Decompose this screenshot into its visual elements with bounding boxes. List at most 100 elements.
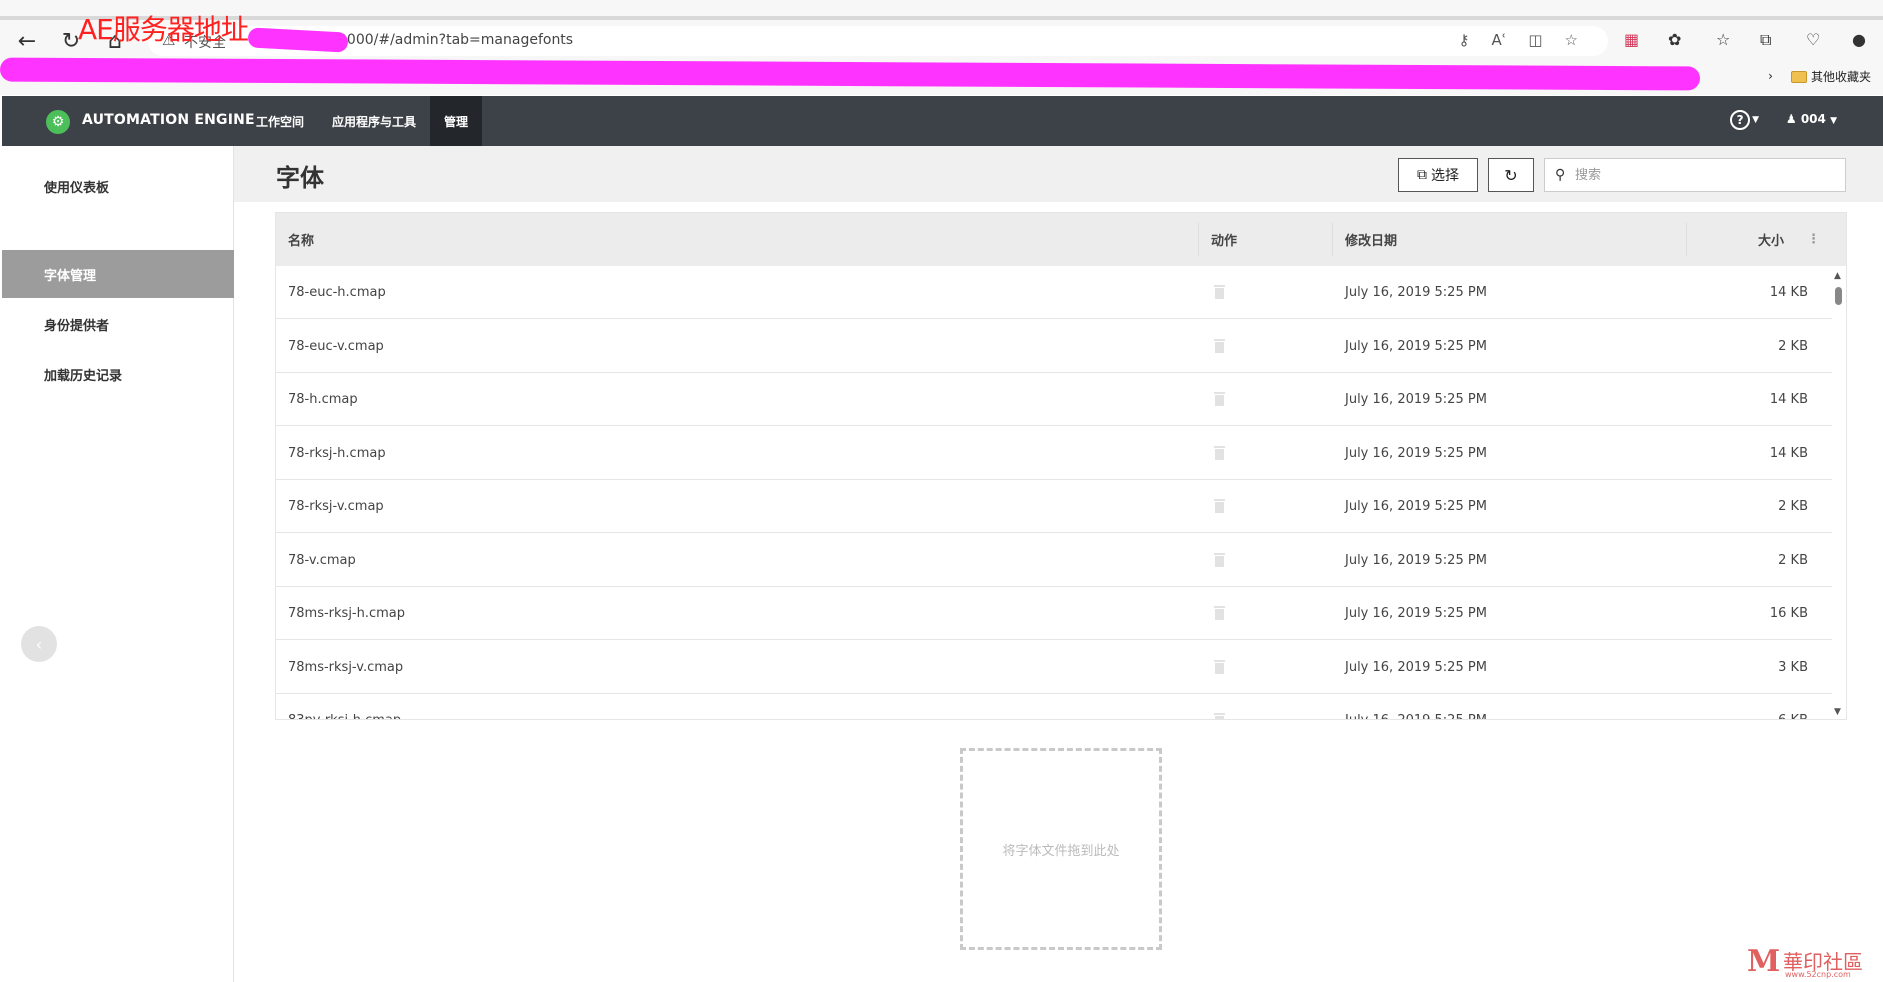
user-label: 004 (1800, 112, 1826, 126)
table-row[interactable]: 78-v.cmap July 16, 2019 5:25 PM 2 KB (276, 534, 1832, 587)
gear-logo-icon[interactable]: ⚙ (46, 110, 70, 134)
brand-name[interactable]: AUTOMATION ENGINE (82, 112, 255, 128)
watermark-url: www.52cnp.com (1785, 970, 1851, 979)
scroll-up-icon[interactable]: ▲ (1834, 271, 1841, 281)
column-header-size[interactable]: 大小 (1758, 213, 1784, 266)
browser-toolbar: ← ↻ ⌂ ⚠ 不安全 9000/#/admin?tab=managefonts… (0, 0, 1883, 95)
table-row[interactable]: 78-euc-h.cmap July 16, 2019 5:25 PM 14 KB (276, 266, 1832, 319)
scroll-down-icon[interactable]: ▼ (1834, 707, 1841, 717)
nav-workspace[interactable]: 工作空间 (242, 96, 318, 146)
scroll-thumb[interactable] (1835, 287, 1842, 305)
bookmarks-bar-right: › 其他收藏夹 (1768, 64, 1883, 88)
table-row[interactable]: 78ms-rksj-h.cmap July 16, 2019 5:25 PM 16 … (276, 587, 1832, 640)
font-name: 78-h.cmap (288, 392, 358, 407)
translate-extension-icon[interactable]: ▦ (1624, 30, 1639, 49)
back-icon[interactable]: ← (14, 28, 40, 54)
file-size: 2 KB (1778, 338, 1808, 354)
performance-icon[interactable]: ♡ (1806, 30, 1820, 49)
column-divider[interactable] (1686, 223, 1687, 256)
trash-icon[interactable] (1214, 552, 1225, 567)
table-row[interactable]: 78-euc-v.cmap July 16, 2019 5:25 PM 2 KB (276, 320, 1832, 373)
search-icon: ⚲ (1555, 167, 1566, 183)
read-aloud-icon[interactable]: Aʿ (1491, 31, 1506, 49)
font-name: 78-rksj-v.cmap (288, 499, 384, 514)
extensions-icon[interactable]: ✿ (1668, 30, 1681, 49)
modified-date: July 16, 2019 5:25 PM (1345, 659, 1487, 675)
table-row[interactable]: 78-rksj-v.cmap July 16, 2019 5:25 PM 2 KB (276, 480, 1832, 533)
collections-icon[interactable]: ⧉ (1760, 30, 1771, 50)
search-input[interactable] (1575, 165, 1835, 185)
file-size: 3 KB (1778, 659, 1808, 675)
address-bar[interactable]: ⚠ 不安全 9000/#/admin?tab=managefonts ⚷ Aʿ … (148, 26, 1608, 56)
file-size: 14 KB (1769, 445, 1808, 461)
chevron-left-icon: ‹ (35, 634, 43, 654)
file-size: 2 KB (1778, 499, 1808, 514)
trash-icon[interactable] (1214, 285, 1225, 299)
sidebar-item-load-history[interactable]: 加载历史记录 (2, 350, 234, 398)
drop-zone-label: 将字体文件拖到此处 (1002, 843, 1120, 859)
trash-icon[interactable] (1214, 499, 1225, 513)
chevron-right-icon[interactable]: › (1768, 69, 1773, 83)
table-header: 名称 动作 修改日期 大小 ⋮ (276, 213, 1846, 266)
column-divider[interactable] (1198, 223, 1199, 256)
caret-down-icon: ▼ (1830, 116, 1837, 126)
table-scrollbar[interactable]: ▲ ▼ (1832, 271, 1844, 717)
select-icon: ⧉ (1417, 167, 1427, 183)
sidebar-item-identity-providers[interactable]: 身份提供者 (2, 300, 234, 348)
other-bookmarks-label: 其他收藏夹 (1810, 69, 1871, 84)
font-name: 83pv-rksj-h.cmap (288, 694, 401, 719)
column-divider[interactable] (1332, 223, 1333, 256)
refresh-button[interactable]: ↻ (1488, 158, 1534, 192)
trash-icon[interactable] (1214, 338, 1225, 353)
file-size: 14 KB (1769, 285, 1808, 300)
column-header-modified[interactable]: 修改日期 (1345, 213, 1397, 266)
search-box[interactable]: ⚲ (1544, 158, 1846, 192)
modified-date: July 16, 2019 5:25 PM (1345, 552, 1487, 568)
trash-icon[interactable] (1214, 606, 1225, 620)
nav-admin[interactable]: 管理 (430, 96, 483, 146)
sidebar-item-dashboard[interactable]: 使用仪表板 (2, 162, 234, 210)
fonts-table: 名称 动作 修改日期 大小 ⋮ 78-euc-h.cmap July 16, 20… (275, 212, 1847, 720)
trash-icon[interactable] (1214, 713, 1225, 719)
column-header-name[interactable]: 名称 (288, 213, 314, 266)
font-drop-zone[interactable]: 将字体文件拖到此处 (960, 748, 1162, 950)
top-navigation: 工作空间 应用程序与工具 管理 (242, 96, 483, 146)
column-header-action[interactable]: 动作 (1211, 213, 1237, 266)
table-row[interactable]: 83pv-rksj-h.cmap July 16, 2019 5:25 PM 6 K… (276, 694, 1832, 719)
nav-apps-tools[interactable]: 应用程序与工具 (318, 96, 430, 146)
trash-icon[interactable] (1214, 659, 1225, 674)
file-size: 14 KB (1769, 392, 1808, 407)
refresh-icon: ↻ (1504, 165, 1518, 185)
favorite-star-icon[interactable]: ☆ (1565, 31, 1578, 49)
favorites-icon[interactable]: ☆ (1716, 30, 1730, 49)
profile-avatar-icon[interactable]: ● (1852, 30, 1866, 49)
key-icon[interactable]: ⚷ (1458, 31, 1469, 49)
modified-date: July 16, 2019 5:25 PM (1345, 392, 1487, 407)
font-name: 78ms-rksj-h.cmap (288, 606, 406, 621)
trash-icon[interactable] (1214, 392, 1225, 406)
table-row[interactable]: 78-h.cmap July 16, 2019 5:25 PM 14 KB (276, 373, 1832, 426)
page-title: 字体 (276, 164, 324, 192)
modified-date: July 16, 2019 5:25 PM (1345, 499, 1487, 514)
annotation-label: AE服务器地址 (78, 13, 249, 46)
column-options-icon[interactable]: ⋮ (1807, 213, 1820, 266)
folder-icon (1790, 71, 1807, 83)
redaction-mark-bookmarks (0, 57, 1701, 91)
help-menu[interactable]: ? ▼ (1730, 110, 1759, 130)
select-button[interactable]: ⧉ 选择 (1398, 158, 1478, 192)
font-name: 78-euc-h.cmap (288, 285, 386, 300)
sidebar-item-font-management[interactable]: 字体管理 (2, 250, 234, 298)
url-text[interactable]: 9000/#/admin?tab=managefonts (338, 32, 573, 48)
user-menu[interactable]: ♟ 004 ▼ (1786, 112, 1837, 126)
caret-down-icon: ▼ (1752, 115, 1759, 125)
tab-strip (0, 16, 1883, 20)
table-row[interactable]: 78-rksj-h.cmap July 16, 2019 5:25 PM 14 KB (276, 427, 1832, 480)
collapse-sidebar-button[interactable]: ‹ (21, 626, 57, 662)
sidebar: 使用仪表板 字体管理 身份提供者 加载历史记录 ‹ (2, 146, 234, 982)
trash-icon[interactable] (1214, 445, 1225, 460)
page-header: 字体 ⧉ 选择 ↻ ⚲ (234, 146, 1883, 202)
table-row[interactable]: 78ms-rksj-v.cmap July 16, 2019 5:25 PM 3 K… (276, 641, 1832, 694)
other-bookmarks[interactable]: 其他收藏夹 (1790, 68, 1871, 85)
split-screen-icon[interactable]: ◫ (1528, 31, 1542, 49)
modified-date: July 16, 2019 5:25 PM (1345, 285, 1487, 300)
